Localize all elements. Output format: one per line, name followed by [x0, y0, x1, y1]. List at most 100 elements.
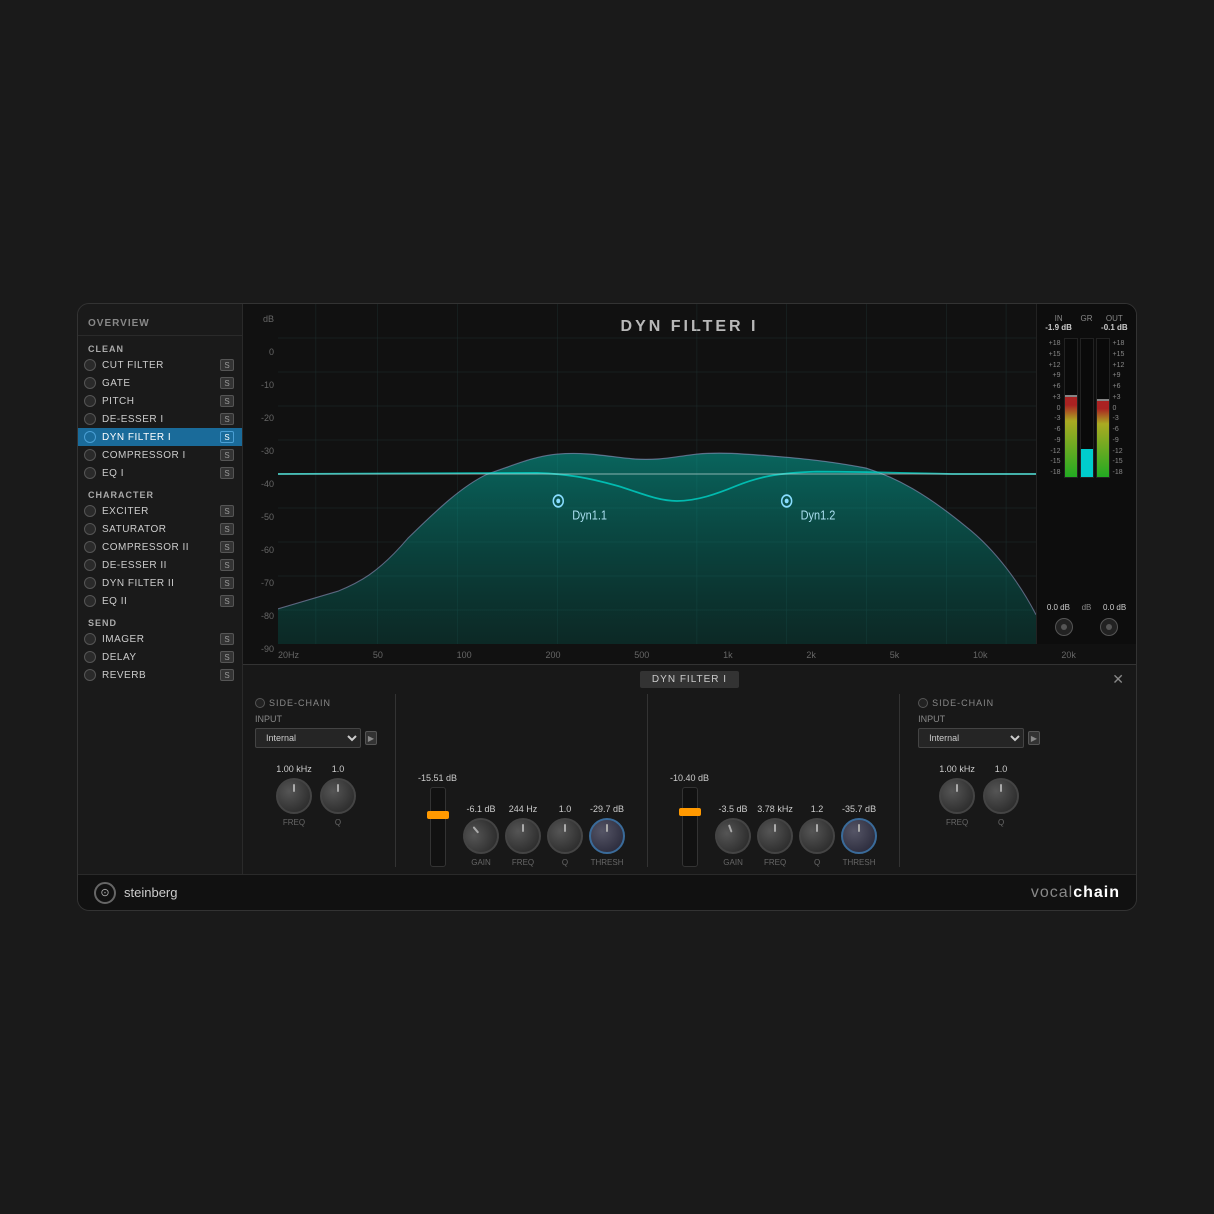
dyn2-q-value: 1.2 — [811, 804, 824, 814]
y-label--50: -50 — [243, 512, 278, 522]
right-freq-knob[interactable] — [939, 778, 975, 814]
sidebar-item-de-esser-ii[interactable]: DE-ESSER II S — [78, 556, 242, 574]
right-sidechain-btn[interactable]: ▶ — [1028, 731, 1040, 745]
sidebar-item-cut-filter[interactable]: CUT FILTER S — [78, 356, 242, 374]
dyn2-fader-track[interactable] — [682, 787, 698, 867]
sidebar-item-de-esser-i[interactable]: DE-ESSER I S — [78, 410, 242, 428]
right-q-knob[interactable] — [983, 778, 1019, 814]
sidebar-item-eq-ii[interactable]: EQ II S — [78, 592, 242, 610]
sidebar-item-reverb[interactable]: REVERB S — [78, 666, 242, 684]
solo-btn-eq-ii[interactable]: S — [220, 595, 234, 607]
sidebar-item-gate[interactable]: GATE S — [78, 374, 242, 392]
power-icon-compressor-i[interactable] — [84, 449, 96, 461]
power-icon-de-esser-i[interactable] — [84, 413, 96, 425]
power-icon-exciter[interactable] — [84, 505, 96, 517]
right-sidechain-indicator[interactable] — [918, 698, 928, 708]
dyn2-gain-group: -3.5 dB GAIN — [715, 804, 751, 867]
right-input-select[interactable]: Internal — [918, 728, 1024, 748]
sidebar-item-dyn-filter-ii[interactable]: DYN FILTER II S — [78, 574, 242, 592]
dyn1-fader-handle[interactable] — [427, 811, 449, 819]
spectrum-display: DYN FILTER I dB 0 -10 -20 -30 -40 -50 -6… — [243, 304, 1136, 664]
sidebar-item-label: DELAY — [102, 652, 220, 663]
power-icon-eq-ii[interactable] — [84, 595, 96, 607]
left-q-knob[interactable] — [320, 778, 356, 814]
monitor-btn-in[interactable] — [1055, 618, 1073, 636]
solo-btn-compressor-ii[interactable]: S — [220, 541, 234, 553]
sidebar-item-label: REVERB — [102, 670, 220, 681]
solo-btn-de-esser-ii[interactable]: S — [220, 559, 234, 571]
dyn2-freq-group: 3.78 kHz FREQ — [757, 804, 793, 867]
dyn2-fader-handle[interactable] — [679, 808, 701, 816]
solo-btn-reverb[interactable]: S — [220, 669, 234, 681]
solo-btn-cut-filter[interactable]: S — [220, 359, 234, 371]
sidebar-item-delay[interactable]: DELAY S — [78, 648, 242, 666]
dyn1-gain-knob[interactable] — [456, 811, 507, 862]
sidebar-item-eq-i[interactable]: EQ I S — [78, 464, 242, 482]
sidebar-item-imager[interactable]: IMAGER S — [78, 630, 242, 648]
solo-btn-eq-i[interactable]: S — [220, 467, 234, 479]
solo-btn-pitch[interactable]: S — [220, 395, 234, 407]
power-icon-delay[interactable] — [84, 651, 96, 663]
right-freq-label: FREQ — [946, 818, 968, 827]
solo-btn-dyn-filter-i[interactable]: S — [220, 431, 234, 443]
bypass-button-in[interactable] — [1065, 395, 1077, 397]
solo-btn-dyn-filter-ii[interactable]: S — [220, 577, 234, 589]
dyn2-freq-knob[interactable] — [757, 818, 793, 854]
sidebar-item-compressor-i[interactable]: COMPRESSOR I S — [78, 446, 242, 464]
sidebar-item-dyn-filter-i[interactable]: DYN FILTER I S — [78, 428, 242, 446]
x-label-500: 500 — [634, 650, 649, 660]
solo-btn-delay[interactable]: S — [220, 651, 234, 663]
solo-btn-compressor-i[interactable]: S — [220, 449, 234, 461]
sidebar-item-compressor-ii[interactable]: COMPRESSOR II S — [78, 538, 242, 556]
spectrum-svg-container: Dyn1.1 Dyn1.2 — [278, 304, 1036, 644]
power-icon-saturator[interactable] — [84, 523, 96, 535]
solo-btn-de-esser-i[interactable]: S — [220, 413, 234, 425]
power-icon-dyn-filter-ii[interactable] — [84, 577, 96, 589]
power-icon-cut-filter[interactable] — [84, 359, 96, 371]
in-label: IN — [1045, 314, 1072, 323]
power-icon-imager[interactable] — [84, 633, 96, 645]
x-label-1k: 1k — [723, 650, 733, 660]
power-icon-gate[interactable] — [84, 377, 96, 389]
dyn1-fader-track[interactable] — [430, 787, 446, 867]
solo-btn-saturator[interactable]: S — [220, 523, 234, 535]
power-icon-de-esser-ii[interactable] — [84, 559, 96, 571]
power-icon-dyn-filter-i[interactable] — [84, 431, 96, 443]
footer: ⊙ steinberg vocalchain — [78, 874, 1136, 910]
left-input-select[interactable]: Internal — [255, 728, 361, 748]
left-freq-knob[interactable] — [276, 778, 312, 814]
power-icon-pitch[interactable] — [84, 395, 96, 407]
product-label: vocalchain — [1031, 884, 1120, 902]
y-label--30: -30 — [243, 446, 278, 456]
x-label-20k: 20k — [1061, 650, 1076, 660]
dyn1-thresh-knob[interactable] — [589, 818, 625, 854]
x-label-100: 100 — [457, 650, 472, 660]
dyn2-gain-knob[interactable] — [710, 813, 756, 859]
monitor-btn-out[interactable] — [1100, 618, 1118, 636]
dyn2-thresh-knob[interactable] — [841, 818, 877, 854]
power-icon-eq-i[interactable] — [84, 467, 96, 479]
dyn1-freq-knob[interactable] — [505, 818, 541, 854]
y-label--80: -80 — [243, 611, 278, 621]
sidebar-item-saturator[interactable]: SATURATOR S — [78, 520, 242, 538]
solo-btn-gate[interactable]: S — [220, 377, 234, 389]
dyn1-q-knob[interactable] — [547, 818, 583, 854]
close-button[interactable]: ✕ — [1112, 671, 1124, 688]
solo-btn-exciter[interactable]: S — [220, 505, 234, 517]
power-icon-reverb[interactable] — [84, 669, 96, 681]
dyn2-thresh-group: -35.7 dB THRESH — [841, 804, 877, 867]
dyn2-q-knob[interactable] — [799, 818, 835, 854]
left-freq-label: FREQ — [283, 818, 305, 827]
left-sidechain-btn[interactable]: ▶ — [365, 731, 377, 745]
power-icon-compressor-ii[interactable] — [84, 541, 96, 553]
solo-btn-imager[interactable]: S — [220, 633, 234, 645]
sidebar-item-label: COMPRESSOR I — [102, 450, 220, 461]
sidebar-item-exciter[interactable]: EXCITER S — [78, 502, 242, 520]
right-q-label: Q — [998, 818, 1004, 827]
sidebar-item-pitch[interactable]: PITCH S — [78, 392, 242, 410]
out-value: -0.1 dB — [1101, 323, 1128, 332]
sidebar-item-label: IMAGER — [102, 634, 220, 645]
sidechain-indicator[interactable] — [255, 698, 265, 708]
sidebar-item-label: EQ II — [102, 596, 220, 607]
y-axis: dB 0 -10 -20 -30 -40 -50 -60 -70 -80 -90 — [243, 304, 278, 664]
